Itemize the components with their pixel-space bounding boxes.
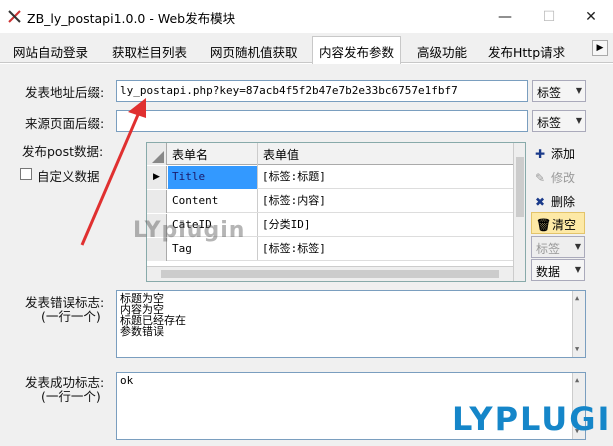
chevron-down-icon: ▼ (575, 116, 582, 125)
current-row-icon: ▶ (147, 166, 167, 189)
tab-publish-params[interactable]: 内容发布参数 (312, 36, 402, 64)
text-line: 标题为空 (120, 292, 164, 305)
cell-name[interactable]: Title (168, 166, 257, 189)
scroll-up-icon[interactable]: ▲ (575, 375, 579, 386)
post-url-input[interactable]: ly_postapi.php?key=87acb4f5f2b47e7b2e33b… (116, 80, 528, 102)
table-row[interactable]: Content [标签:内容] (147, 190, 525, 213)
error-flag-hint: (一行一个) (41, 309, 101, 324)
tab-http-request[interactable]: 发布Http请求 (488, 42, 565, 61)
chevron-down-icon: ▼ (575, 86, 582, 95)
maximize-button[interactable]: ☐ (536, 6, 562, 28)
post-url-tag-combo[interactable]: 标签 ▼ (532, 80, 586, 102)
add-button-label: 添加 (551, 147, 576, 161)
chevron-down-icon: ▼ (574, 242, 581, 251)
custom-data-label: 自定义数据 (37, 169, 100, 184)
column-header-name[interactable]: 表单名 (172, 146, 208, 163)
app-icon (8, 10, 21, 23)
scroll-down-icon[interactable]: ▼ (575, 344, 579, 355)
close-button[interactable]: ✕ (578, 6, 604, 28)
edit-button[interactable]: ✎ 修改 (531, 166, 585, 188)
post-url-label: 发表地址后缀: (25, 85, 105, 100)
post-data-label: 发布post数据: (22, 144, 104, 159)
grid-tag-combo[interactable]: 标签 ▼ (531, 236, 585, 258)
error-flags-textarea[interactable]: 标题为空 内容为空 标题已经存在 参数错误 ▲ ▼ (116, 290, 586, 358)
clear-button[interactable]: 🗑清空 (531, 212, 585, 234)
grid-vertical-scrollbar[interactable] (513, 143, 525, 281)
pencil-icon: ✎ (535, 171, 546, 185)
tab-random-value[interactable]: 网页随机值获取 (210, 42, 298, 61)
grid-corner[interactable] (147, 143, 167, 165)
clear-button-label: 清空 (552, 218, 577, 232)
title-bar: ZB_ly_postapi1.0.0 - Web发布模块 — ☐ ✕ (0, 0, 613, 33)
cell-name[interactable]: Content (168, 190, 257, 213)
tab-scroll-right-icon[interactable]: ▶ (592, 40, 608, 56)
x-icon: ✖ (535, 195, 546, 209)
minimize-button[interactable]: — (492, 6, 518, 28)
tab-strip: 网站自动登录 获取栏目列表 网页随机值获取 内容发布参数 高级功能 发布Http… (0, 33, 613, 64)
cell-value[interactable]: [分类ID] (258, 214, 513, 237)
add-button[interactable]: ✚ 添加 (531, 142, 585, 164)
row-indicator (147, 190, 167, 213)
edit-button-label: 修改 (551, 171, 576, 185)
delete-button-label: 删除 (551, 195, 576, 209)
custom-data-checkbox[interactable] (20, 168, 32, 180)
window-title: ZB_ly_postapi1.0.0 - Web发布模块 (27, 11, 236, 26)
tab-category-list[interactable]: 获取栏目列表 (112, 42, 187, 61)
cell-value[interactable]: [标签:标题] (258, 166, 513, 189)
combo-label: 标签 (537, 86, 562, 100)
post-data-grid[interactable]: 表单名 表单值 ▶ Title [标签:标题] Content [标签:内容] … (146, 142, 526, 282)
grid-data-combo[interactable]: 数据 ▼ (531, 259, 585, 281)
plus-icon: ✚ (535, 147, 546, 161)
scroll-thumb[interactable] (161, 270, 499, 278)
text-line: 标题已经存在 (120, 314, 186, 327)
text-line: ok (120, 374, 134, 387)
success-flag-hint: (一行一个) (41, 389, 101, 404)
trash-icon: 🗑 (536, 218, 552, 232)
scroll-thumb[interactable] (516, 157, 524, 217)
column-header-value[interactable]: 表单值 (263, 146, 299, 163)
source-input[interactable] (116, 110, 528, 132)
corner-watermark: LYPLUGIN (452, 400, 613, 438)
text-line: 参数错误 (120, 325, 164, 338)
tab-auto-login[interactable]: 网站自动登录 (13, 42, 88, 61)
table-row[interactable]: ▶ Title [标签:标题] (147, 166, 525, 189)
scroll-up-icon[interactable]: ▲ (575, 293, 579, 304)
combo-label: 标签 (537, 116, 562, 130)
chevron-down-icon: ▼ (574, 265, 581, 274)
source-tag-combo[interactable]: 标签 ▼ (532, 110, 586, 132)
textarea-scrollbar[interactable]: ▲ ▼ (572, 291, 585, 357)
grid-header: 表单名 表单值 (147, 143, 525, 165)
cell-value[interactable]: [标签:内容] (258, 190, 513, 213)
grid-watermark: LYplugin (133, 218, 246, 243)
delete-button[interactable]: ✖ 删除 (531, 190, 585, 212)
tab-advanced[interactable]: 高级功能 (417, 42, 467, 61)
grid-horizontal-scrollbar[interactable] (147, 266, 513, 281)
combo-label: 数据 (536, 265, 561, 279)
source-label: 来源页面后缀: (25, 116, 105, 131)
text-line: 内容为空 (120, 303, 164, 316)
cell-value[interactable]: [标签:标签] (258, 238, 513, 261)
combo-label: 标签 (536, 242, 561, 256)
